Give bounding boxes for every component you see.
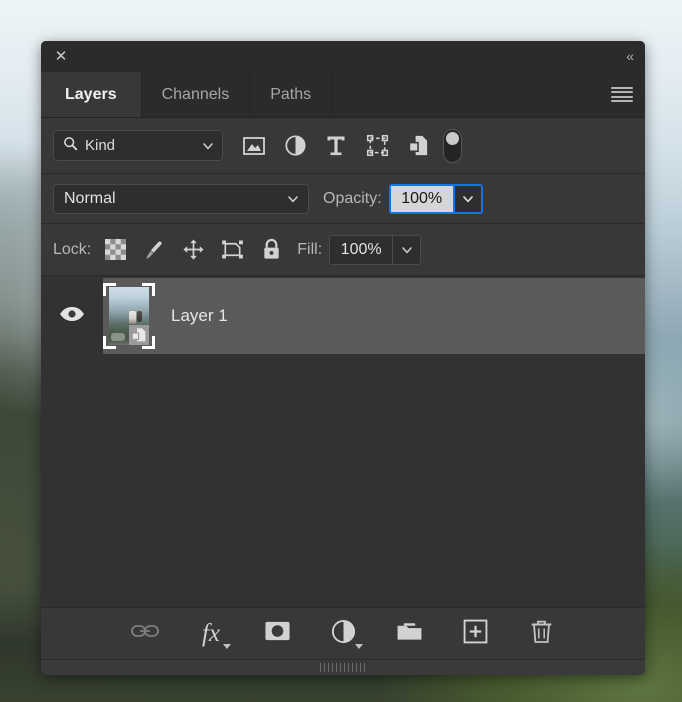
chevron-down-icon (223, 643, 231, 649)
lock-all-icon[interactable] (259, 238, 283, 262)
layer-row[interactable]: Layer 1 (41, 278, 645, 354)
lock-icon-group (103, 238, 283, 262)
blend-mode-select[interactable]: Normal (53, 183, 309, 214)
search-icon (63, 136, 78, 155)
layer-visibility-cell (41, 278, 103, 354)
thumbnail-figure (129, 311, 136, 324)
fill-value[interactable]: 100% (330, 236, 392, 264)
toggle-knob (446, 131, 459, 145)
tab-layers-label: Layers (65, 85, 117, 103)
lock-image-pixels-icon[interactable] (142, 238, 166, 262)
lock-artboard-nesting-icon[interactable] (220, 238, 244, 262)
grip-lines (320, 663, 366, 672)
panel-resize-grip[interactable] (41, 659, 645, 675)
link-layers-button[interactable] (130, 619, 160, 649)
eye-icon[interactable] (59, 306, 85, 327)
layer-name[interactable]: Layer 1 (171, 306, 228, 326)
opacity-field[interactable]: 100% (388, 183, 483, 214)
tab-channels[interactable]: Channels (142, 72, 251, 117)
layer-thumbnail[interactable] (103, 283, 155, 349)
blend-mode-value: Normal (64, 189, 116, 207)
folder-icon (396, 621, 423, 647)
thumbnail-figure-secondary (137, 311, 142, 322)
tab-layers[interactable]: Layers (41, 72, 142, 117)
hamburger-menu-icon[interactable] (611, 86, 633, 103)
new-adjustment-layer-button[interactable] (328, 619, 363, 649)
filter-icon-group (241, 133, 431, 159)
fill-field[interactable]: 100% (329, 234, 422, 265)
pixel-layer-filter-icon[interactable] (241, 133, 267, 159)
filter-enable-toggle[interactable] (443, 128, 462, 163)
collapse-panel-icon[interactable]: « (626, 48, 634, 64)
smart-object-filter-icon[interactable] (405, 133, 431, 159)
filter-kind-select[interactable]: Kind (53, 130, 223, 161)
chevron-down-icon (401, 244, 412, 255)
lock-row: Lock: Fill: 100% (41, 224, 645, 276)
type-layer-filter-icon[interactable] (323, 133, 349, 159)
link-icon (131, 623, 159, 644)
layer-mask-icon (264, 620, 291, 647)
adjustment-layer-filter-icon[interactable] (282, 133, 308, 159)
opacity-slider-dropdown[interactable] (452, 185, 481, 212)
thumbnail-bracket-top-left (103, 283, 116, 296)
filter-kind-value: Kind (85, 137, 116, 154)
shape-layer-filter-icon[interactable] (364, 133, 390, 159)
blend-mode-row: Normal Opacity: 100% (41, 174, 645, 224)
layers-panel-footer: fx (41, 607, 645, 659)
chevron-down-icon (462, 193, 474, 204)
panel-title-bar: ✕ « (41, 41, 645, 72)
layer-row-body[interactable]: Layer 1 (103, 278, 645, 354)
lock-position-icon[interactable] (181, 238, 205, 262)
chevron-down-icon (287, 193, 298, 204)
delete-layer-button[interactable] (526, 619, 556, 649)
tab-paths[interactable]: Paths (250, 72, 333, 117)
fill-label: Fill: (297, 240, 323, 258)
adjustment-layer-icon (331, 619, 356, 649)
layer-filter-row: Kind (41, 118, 645, 174)
thumbnail-bracket-top-right (142, 283, 155, 296)
thumbnail-bracket-bottom-left (103, 336, 116, 349)
tab-paths-label: Paths (270, 85, 312, 103)
chevron-down-icon (355, 643, 363, 649)
opacity-value[interactable]: 100% (390, 185, 453, 212)
new-layer-button[interactable] (460, 619, 490, 649)
panel-tab-bar: Layers Channels Paths (41, 72, 645, 118)
layers-panel: ✕ « Layers Channels Paths Kind Normal Op… (41, 41, 645, 675)
add-layer-mask-button[interactable] (262, 619, 292, 649)
lock-label: Lock: (53, 240, 92, 258)
close-icon[interactable]: ✕ (52, 47, 70, 65)
new-group-button[interactable] (394, 619, 424, 649)
layer-style-button[interactable]: fx (196, 619, 231, 649)
opacity-label: Opacity: (323, 189, 382, 207)
fx-icon: fx (201, 620, 221, 647)
trash-icon (530, 619, 553, 649)
layer-list[interactable]: Layer 1 (41, 276, 645, 607)
fill-slider-dropdown[interactable] (392, 235, 420, 264)
plus-square-icon (463, 619, 488, 649)
smart-object-badge (129, 325, 149, 345)
tab-channels-label: Channels (161, 85, 230, 103)
chevron-down-icon (202, 140, 213, 151)
lock-transparent-pixels-icon[interactable] (103, 238, 127, 262)
